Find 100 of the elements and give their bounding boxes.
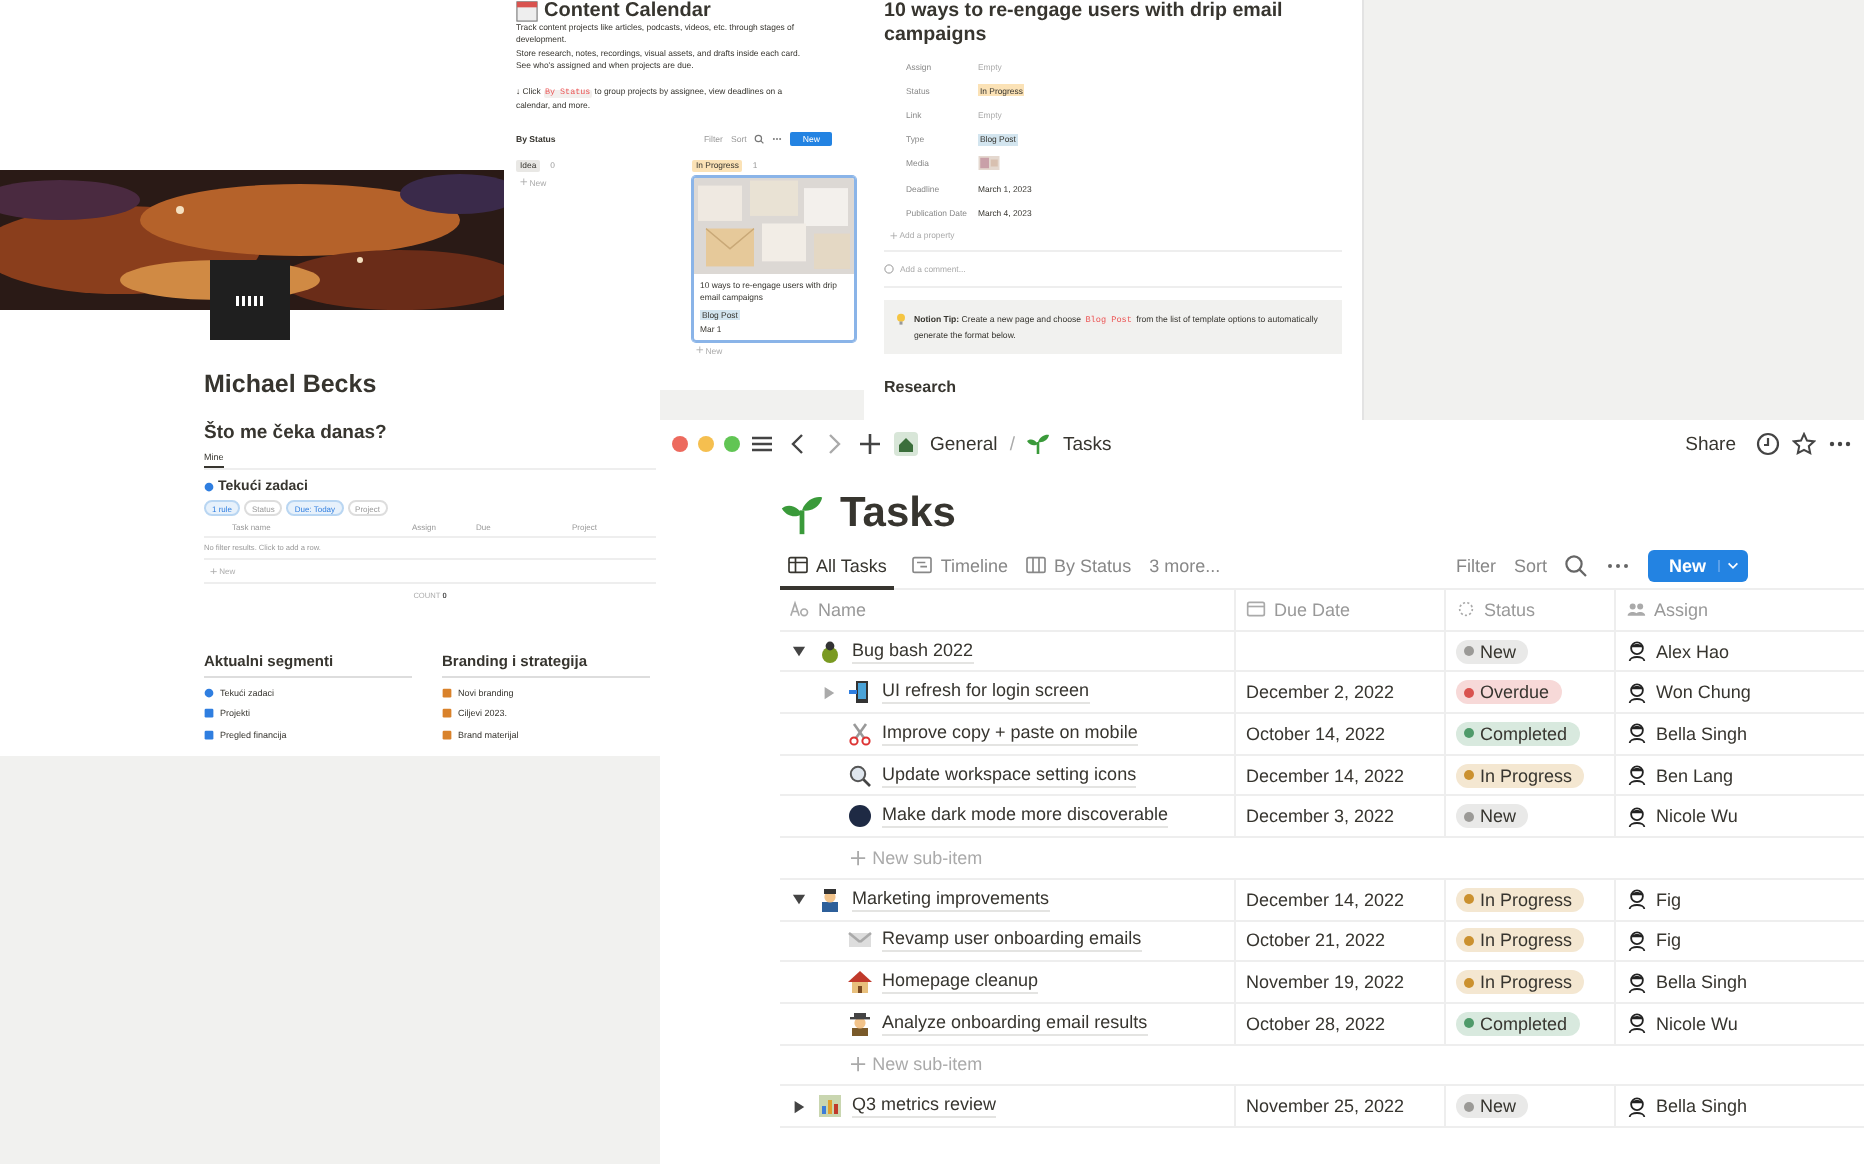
section-heading: Što me čeka danas? — [204, 422, 389, 444]
task-name[interactable]: Update workspace setting icons — [882, 763, 1137, 788]
people-icon — [1626, 600, 1646, 619]
avatar-icon — [1626, 681, 1648, 704]
expanded-toggle-icon[interactable] — [792, 892, 806, 907]
due-date: November 19, 2022 — [1246, 972, 1405, 993]
task-name[interactable]: Marketing improvements — [852, 887, 1050, 912]
star-icon[interactable] — [1792, 432, 1816, 456]
envelope-icon — [848, 928, 872, 953]
status-tag[interactable]: In Progress — [1456, 928, 1585, 953]
assignee-name: Fig — [1656, 930, 1682, 951]
share-button[interactable]: Share — [1685, 433, 1736, 455]
home-icon — [894, 432, 918, 456]
plus-icon — [850, 849, 867, 867]
sprout-icon — [1026, 432, 1051, 456]
status-tag[interactable]: New — [1456, 1094, 1529, 1119]
board-icon — [1026, 556, 1047, 574]
page-title: 10 ways to re-engage users with drip email campaigns — [884, 0, 1285, 48]
task-name[interactable]: Homepage cleanup — [882, 970, 1039, 995]
collapsed-toggle-icon[interactable] — [792, 1099, 806, 1114]
status-tag[interactable]: New — [1456, 804, 1529, 829]
view-tab[interactable]: Timeline — [912, 544, 1009, 590]
view-tab[interactable]: All Tasks — [780, 544, 895, 590]
section-heading: Research — [884, 378, 959, 397]
status-icon — [1456, 600, 1476, 619]
person-icon — [818, 887, 842, 912]
search-icon[interactable] — [1564, 554, 1589, 578]
logo-icon — [210, 260, 290, 340]
task-name[interactable]: Analyze onboarding email results — [882, 1011, 1148, 1036]
plus-icon — [696, 346, 704, 355]
breadcrumb-separator: / — [1009, 433, 1015, 455]
task-name[interactable]: Improve copy + paste on mobile — [882, 721, 1138, 746]
circle-icon — [848, 804, 872, 829]
status-tag[interactable]: In Progress — [1456, 763, 1585, 788]
due-date: December 14, 2022 — [1246, 765, 1405, 786]
toolbar-button[interactable]: Filter — [1455, 556, 1496, 576]
due-date: October 28, 2022 — [1246, 1013, 1386, 1034]
plus-icon — [890, 231, 898, 240]
assignee-name: Fig — [1656, 889, 1682, 910]
avatar-icon — [1626, 764, 1648, 787]
assignee-name: Bella Singh — [1656, 972, 1748, 993]
assignee-name: Nicole Wu — [1656, 806, 1738, 827]
avatar-icon — [1626, 805, 1648, 828]
sprout-icon — [780, 492, 824, 536]
due-date: December 14, 2022 — [1246, 889, 1405, 910]
task-name[interactable]: Revamp user onboarding emails — [882, 928, 1142, 953]
caret-icon[interactable] — [1718, 560, 1740, 572]
task-name[interactable]: UI refresh for login screen — [882, 680, 1090, 705]
avatar-icon — [1626, 971, 1648, 994]
plus-icon[interactable] — [858, 432, 882, 456]
status-tag[interactable]: In Progress — [1456, 970, 1585, 995]
expanded-toggle-icon[interactable] — [792, 644, 806, 659]
task-name[interactable]: Bug bash 2022 — [852, 639, 974, 664]
timeline-icon — [912, 556, 933, 574]
view-tab[interactable]: By Status — [1026, 544, 1132, 590]
search-icon — [848, 763, 872, 788]
page-title: Tasks — [840, 490, 956, 538]
lightbulb-icon — [896, 312, 906, 327]
assignee-name: Nicole Wu — [1656, 1013, 1738, 1034]
status-tag[interactable]: In Progress — [1456, 887, 1585, 912]
task-name[interactable]: Make dark mode more discoverable — [882, 804, 1169, 829]
task-name[interactable]: Q3 metrics review — [852, 1094, 997, 1119]
more-views-link[interactable]: 3 more... — [1149, 544, 1221, 590]
collapsed-toggle-icon[interactable] — [822, 685, 836, 700]
menu-icon[interactable] — [750, 432, 774, 456]
due-date: October 21, 2022 — [1246, 930, 1386, 951]
due-date: November 25, 2022 — [1246, 1096, 1405, 1117]
due-date: October 14, 2022 — [1246, 723, 1386, 744]
plus-icon — [850, 1056, 867, 1073]
due-date: December 2, 2022 — [1246, 682, 1395, 703]
plus-icon — [210, 567, 218, 575]
chart-icon — [818, 1094, 842, 1119]
close-button[interactable] — [672, 436, 688, 452]
assignee-name: Alex Hao — [1656, 641, 1730, 662]
toolbar-button[interactable]: Sort — [1513, 556, 1547, 576]
table-icon — [788, 556, 808, 574]
plus-icon — [520, 178, 528, 187]
status-tag[interactable]: Overdue — [1456, 680, 1562, 705]
avatar-icon — [1626, 1012, 1648, 1035]
search-icon[interactable] — [754, 133, 765, 144]
due-date: December 3, 2022 — [1246, 806, 1395, 827]
clock-icon[interactable] — [1756, 432, 1780, 456]
page-title: Content Calendar — [544, 0, 711, 22]
avatar-icon — [884, 264, 894, 275]
avatar-icon — [1626, 1095, 1648, 1118]
assignee-name: Bella Singh — [1656, 723, 1748, 744]
page-title: Michael Becks — [204, 370, 379, 398]
new-button[interactable]: New — [1648, 550, 1748, 582]
breadcrumb-link[interactable]: General — [930, 433, 998, 455]
status-tag[interactable]: Completed — [1456, 1011, 1580, 1036]
house-icon — [848, 970, 872, 995]
status-tag[interactable]: Completed — [1456, 721, 1580, 746]
assignee-name: Won Chung — [1656, 682, 1751, 703]
scissors-icon — [848, 721, 872, 746]
avatar-icon — [1626, 929, 1648, 952]
status-tag[interactable]: New — [1456, 639, 1529, 664]
detective-icon — [848, 1011, 872, 1036]
breadcrumb-link[interactable]: Tasks — [1062, 433, 1112, 455]
phone-icon — [848, 680, 872, 705]
avatar-icon — [1626, 888, 1648, 911]
